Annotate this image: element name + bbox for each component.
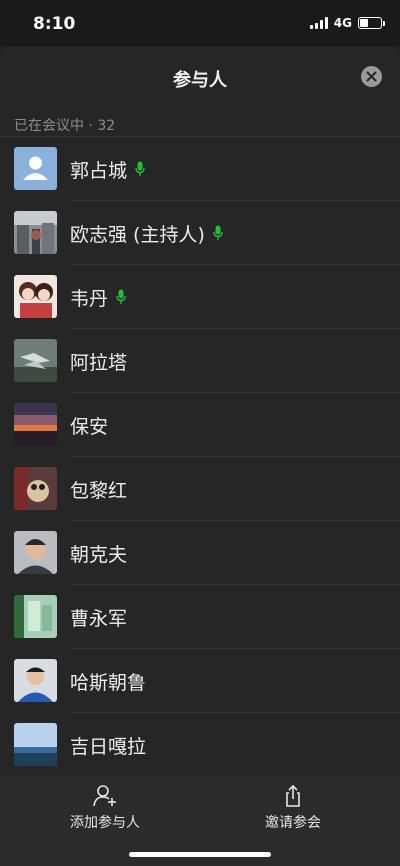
avatar [14, 275, 57, 318]
participant-list: 郭占城 欧志强 (主持人) 韦丹 阿拉塔 保安 包黎红 朝克夫 曹永军 哈斯朝鲁… [0, 137, 400, 777]
close-button[interactable] [361, 66, 382, 87]
in-meeting-count: 已在会议中 · 32 [14, 118, 116, 134]
participant-row[interactable]: 郭占城 [0, 137, 400, 201]
home-indicator [129, 852, 271, 857]
participant-row[interactable]: 吉日嘎拉 [0, 713, 400, 777]
participant-name: 郭占城 [70, 159, 128, 182]
invite-label: 邀请参会 [265, 815, 321, 831]
participant-name: 吉日嘎拉 [70, 735, 147, 758]
participant-row[interactable]: 包黎红 [0, 457, 400, 521]
add-participant-button[interactable]: 添加参与人 [40, 784, 170, 832]
avatar [14, 211, 57, 254]
sheet-header: 参与人 [0, 46, 400, 106]
invite-button[interactable]: 邀请参会 [228, 784, 358, 832]
participant-row[interactable]: 韦丹 [0, 265, 400, 329]
participant-name: 阿拉塔 [70, 351, 128, 374]
avatar [14, 339, 57, 382]
signal-icon [309, 17, 328, 29]
participant-name: 朝克夫 [70, 543, 128, 566]
microphone-icon [135, 161, 145, 177]
avatar [14, 467, 57, 510]
participant-name: 韦丹 [70, 287, 109, 310]
participant-name: 曹永军 [70, 607, 128, 630]
avatar [14, 723, 57, 766]
avatar [14, 659, 57, 702]
status-time: 8:10 [33, 14, 76, 34]
avatar [14, 147, 57, 190]
participant-row[interactable]: 保安 [0, 393, 400, 457]
add-participant-label: 添加参与人 [70, 815, 140, 831]
participant-name: 包黎红 [70, 479, 128, 502]
microphone-icon [116, 289, 126, 305]
share-icon [280, 784, 306, 808]
participants-sheet: 参与人 已在会议中 · 32 郭占城 欧志强 (主持人) 韦丹 阿拉塔 保安 包… [0, 46, 400, 866]
participant-name: 哈斯朝鲁 [70, 671, 147, 694]
battery-icon [358, 17, 385, 29]
microphone-icon [213, 225, 223, 241]
participant-row[interactable]: 欧志强 (主持人) [0, 201, 400, 265]
close-icon [366, 71, 377, 82]
participant-name: 欧志强 (主持人) [70, 223, 205, 246]
participant-row[interactable]: 哈斯朝鲁 [0, 649, 400, 713]
status-icons: 4G [309, 16, 385, 30]
avatar [14, 595, 57, 638]
status-bar: 8:10 4G [0, 0, 400, 46]
network-type: 4G [333, 16, 352, 30]
participant-row[interactable]: 曹永军 [0, 585, 400, 649]
avatar [14, 403, 57, 446]
avatar [14, 531, 57, 574]
add-person-icon [92, 784, 118, 808]
participant-name: 保安 [70, 415, 109, 438]
participant-row[interactable]: 阿拉塔 [0, 329, 400, 393]
participant-row[interactable]: 朝克夫 [0, 521, 400, 585]
page-title: 参与人 [173, 70, 227, 91]
